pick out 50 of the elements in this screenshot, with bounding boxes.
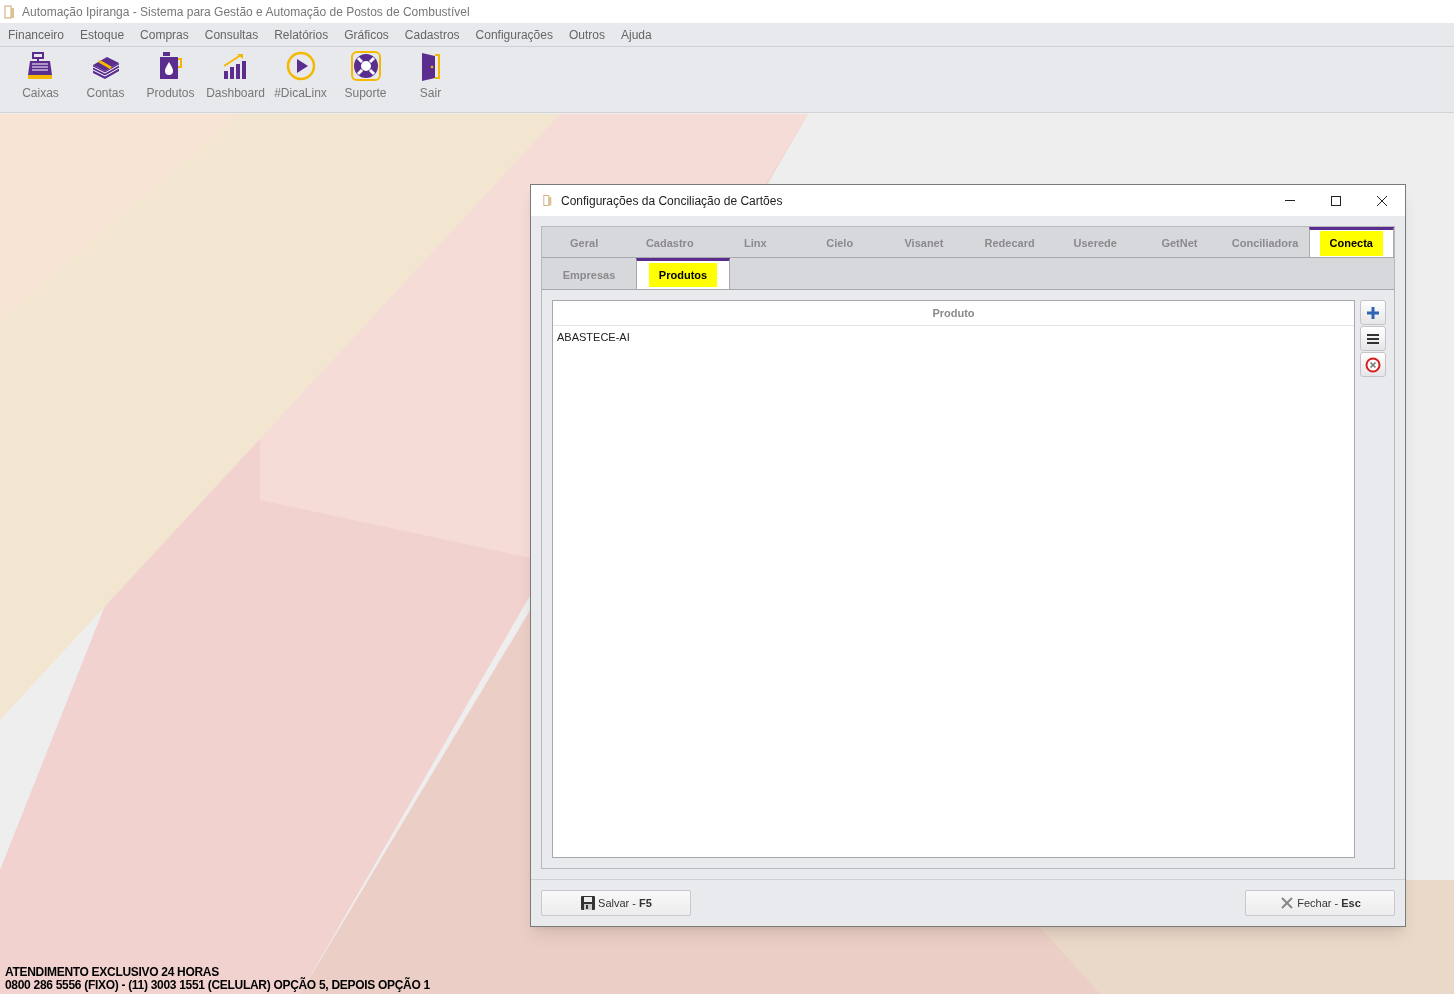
lifebuoy-icon	[350, 51, 381, 81]
menu-item[interactable]: Estoque	[76, 25, 129, 44]
menu-item[interactable]: Gráficos	[340, 25, 393, 44]
tab[interactable]: Cielo	[797, 227, 882, 257]
tab[interactable]: Geral	[542, 227, 627, 257]
toolbar-button[interactable]: Suporte	[333, 51, 398, 102]
tab[interactable]: Conciliadora	[1221, 227, 1309, 257]
tab[interactable]: Visanet	[881, 227, 967, 257]
tab[interactable]: Cadastro	[626, 227, 714, 257]
toolbar-button[interactable]: Caixas	[8, 51, 73, 102]
minimize-icon	[1285, 200, 1295, 201]
tab[interactable]: Empresas	[542, 258, 636, 289]
menu-item[interactable]: Outros	[564, 25, 609, 44]
toolbar-button[interactable]: Dashboard	[203, 51, 268, 102]
tab[interactable]: Linx	[713, 227, 798, 257]
maximize-icon	[1331, 195, 1341, 206]
toolbar-button[interactable]: Contas	[73, 51, 138, 102]
list-button[interactable]	[1360, 326, 1386, 351]
support-text: ATENDIMENTO EXCLUSIVO 24 HORAS	[5, 966, 220, 979]
remove-icon	[1365, 356, 1381, 373]
tab[interactable]: Redecard	[966, 227, 1054, 257]
close-button[interactable]: Fechar - Esc	[1245, 890, 1395, 916]
dialog-title: Configurações da Conciliação de Cartões	[561, 192, 784, 210]
menu-item[interactable]: Financeiro	[4, 25, 69, 44]
menu-item[interactable]: Cadastros	[400, 25, 464, 44]
menu-item[interactable]: Ajuda	[616, 25, 656, 44]
play-icon	[285, 51, 316, 81]
remove-button[interactable]	[1360, 352, 1386, 377]
app-icon	[543, 194, 553, 207]
menu-item[interactable]: Consultas	[200, 25, 263, 44]
support-text: 0800 286 5556 (FIXO) - (11) 3003 1551 (CELULAR) OPÇÃO 5, DEPOIS OPÇÃO 1	[5, 979, 430, 992]
window-title: Automação Ipiranga - Sistema para Gestão e Automação de Postos de Combustível	[22, 3, 470, 21]
tab[interactable]: GetNet	[1137, 227, 1222, 257]
table-cell-text: ABASTECE-AI	[556, 329, 631, 345]
menu-item[interactable]: Relatórios	[270, 25, 333, 44]
close-icon	[1377, 195, 1387, 206]
tab[interactable]: Produtos	[636, 258, 730, 289]
tab[interactable]: Conecta	[1308, 227, 1394, 257]
app-icon	[4, 4, 16, 19]
menu-item[interactable]: Compras	[136, 25, 193, 44]
menu-item[interactable]: Configurações	[471, 25, 557, 44]
add-button[interactable]	[1360, 300, 1386, 325]
save-button[interactable]: Salvar - F5	[541, 890, 691, 916]
toolbar-button[interactable]: Produtos	[138, 51, 203, 102]
plus-icon	[1365, 304, 1381, 321]
tab[interactable]: Userede	[1053, 227, 1138, 257]
toolbar-button[interactable]: #DicaLinx	[268, 51, 333, 102]
column-header[interactable]: Produto	[553, 301, 1354, 325]
close-x-icon	[1279, 895, 1296, 911]
toolbar-button[interactable]: Sair	[398, 51, 463, 102]
